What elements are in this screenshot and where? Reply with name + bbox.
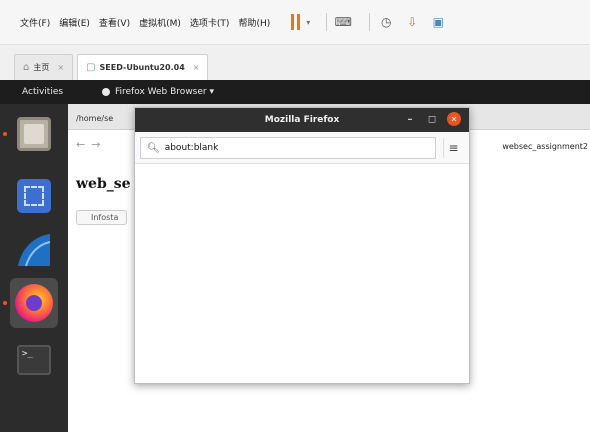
- pause-icon[interactable]: [291, 14, 301, 30]
- ubuntu-dock: >_: [0, 104, 68, 432]
- snapshot-manager-icon[interactable]: ▣: [430, 14, 446, 30]
- terminal-icon: >_: [17, 345, 51, 375]
- tab-label: 主页: [33, 63, 50, 72]
- dock-item-files[interactable]: [3, 112, 56, 156]
- toolbar-divider: [369, 13, 371, 31]
- app-menu[interactable]: Firefox Web Browser ▾: [102, 87, 214, 97]
- firefox-titlebar[interactable]: Mozilla Firefox – ◻ ✕: [135, 108, 469, 132]
- dock-item-firefox[interactable]: [3, 278, 58, 328]
- activities-button[interactable]: Activities: [22, 87, 102, 97]
- app-menu-label: Firefox Web Browser ▾: [115, 87, 214, 97]
- tab-home[interactable]: ⌂ 主页 ×: [14, 54, 74, 80]
- menu-file[interactable]: 文件(F): [20, 16, 50, 29]
- tab-seed-ubuntu[interactable]: ▢ SEED-Ubuntu20.04 ×: [77, 54, 209, 80]
- background-breadcrumb[interactable]: websec_assignment2: [502, 142, 588, 151]
- hamburger-menu-icon[interactable]: ≡: [443, 138, 463, 158]
- firefox-icon: [15, 284, 53, 322]
- background-nav-arrows[interactable]: ←→: [76, 138, 106, 151]
- background-page-button[interactable]: Infosta: [76, 210, 128, 225]
- url-bar[interactable]: 🔍︎: [140, 137, 436, 159]
- url-input[interactable]: [164, 143, 405, 153]
- window-controls: – ◻ ✕: [395, 112, 461, 126]
- firefox-popup-window: Mozilla Firefox – ◻ ✕ 🔍︎ ≡: [134, 107, 470, 384]
- menu-help[interactable]: 帮助(H): [238, 16, 270, 29]
- send-ctrl-alt-del-icon[interactable]: ⌨: [335, 14, 352, 30]
- wireshark-icon: [18, 234, 51, 267]
- tab-label: SEED-Ubuntu20.04: [99, 63, 185, 72]
- vm-icon: ▢: [86, 62, 96, 73]
- running-indicator: [3, 132, 7, 136]
- restore-snapshot-icon[interactable]: ⇩: [404, 14, 420, 30]
- search-icon: 🔍︎: [147, 142, 160, 154]
- home-icon: ⌂: [23, 62, 30, 73]
- toolbar-divider: [326, 13, 328, 31]
- menu-vm[interactable]: 虚拟机(M): [139, 16, 181, 29]
- pause-dropdown-icon[interactable]: ▾: [306, 18, 310, 27]
- window-title: Mozilla Firefox: [264, 115, 340, 125]
- maximize-icon[interactable]: ◻: [425, 114, 439, 125]
- firefox-toolbar: 🔍︎ ≡: [135, 132, 469, 164]
- close-icon[interactable]: ×: [193, 63, 200, 72]
- close-icon[interactable]: ✕: [447, 112, 461, 126]
- dock-item-wireshark[interactable]: [12, 228, 56, 272]
- vmware-menubar: 文件(F) 编辑(E) 查看(V) 虚拟机(M) 选项卡(T) 帮助(H) ▾ …: [0, 0, 590, 44]
- close-icon[interactable]: ×: [57, 63, 64, 72]
- menu-view[interactable]: 查看(V): [99, 16, 130, 29]
- vmware-tabbar: ⌂ 主页 × ▢ SEED-Ubuntu20.04 ×: [0, 44, 590, 80]
- running-indicator: [3, 301, 7, 305]
- menu-edit[interactable]: 编辑(E): [59, 16, 90, 29]
- ubuntu-topbar: Activities Firefox Web Browser ▾: [0, 80, 590, 104]
- blank-page-content: [135, 164, 469, 383]
- firefox-app-icon: [102, 88, 110, 96]
- background-page-heading: web_se: [76, 176, 131, 192]
- snapshot-icon[interactable]: ◷: [378, 14, 394, 30]
- vmware-toolbar: ▾ ⌨ ◷ ⇩ ▣: [285, 13, 456, 31]
- files-icon: [17, 117, 51, 151]
- screenshot-icon: [17, 179, 51, 213]
- dock-item-screenshot[interactable]: [12, 174, 56, 218]
- menu-tabs[interactable]: 选项卡(T): [190, 16, 230, 29]
- dock-item-terminal[interactable]: >_: [12, 338, 56, 382]
- minimize-icon[interactable]: –: [403, 114, 417, 125]
